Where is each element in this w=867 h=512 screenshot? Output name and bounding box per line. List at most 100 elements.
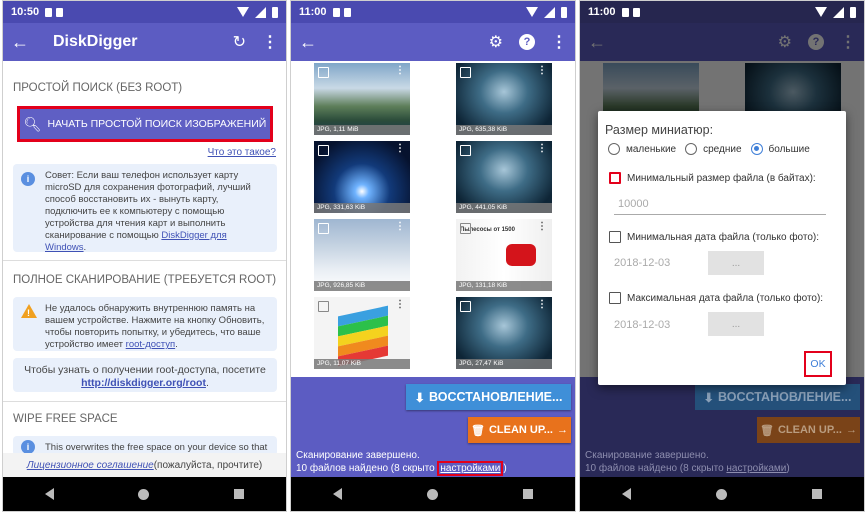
overflow-menu-icon[interactable]: ⋮ [537,65,547,76]
select-checkbox[interactable] [318,67,329,78]
image-thumbnail[interactable]: ⋮ JPG, 635,38 KiB [456,63,552,135]
wipe-text: This overwrites the free space on your d… [45,442,268,453]
min-size-input[interactable]: 10000 [614,193,826,215]
battery-icon [272,6,278,18]
min-date-value: 2018-12-03 [614,257,671,269]
radio-large[interactable] [750,143,763,155]
overflow-menu-icon[interactable]: ⋮ [395,143,405,154]
nav-recents-icon[interactable] [811,489,822,499]
settings-gear-icon[interactable]: ⚙ [489,32,503,52]
back-arrow-icon[interactable]: ← [299,32,327,53]
back-arrow-icon[interactable]: ← [11,32,39,53]
settings-dialog: Размер миниатюр: маленькие средние больш… [598,111,846,385]
status-bar: 11:00 [291,1,575,23]
status-time: 11:00 [588,6,616,18]
nav-back-icon[interactable] [45,488,55,500]
max-date-checkbox[interactable] [609,292,621,304]
arrow-right-icon: → [556,424,568,436]
max-date-picker-button[interactable]: ... [708,312,764,336]
overflow-menu-icon[interactable]: ⋮ [537,221,547,232]
select-checkbox[interactable] [460,301,471,312]
info-icon: i [21,172,35,186]
scan-status-line1: Сканирование завершено. [585,450,709,461]
overflow-menu-icon[interactable]: ⋮ [262,32,278,52]
overflow-menu-icon[interactable]: ⋮ [395,299,405,310]
simple-scan-heading: ПРОСТОЙ ПОИСК (БЕЗ ROOT) [13,82,183,94]
radio-medium[interactable] [685,143,698,155]
scan-status-line2: 10 файлов найдено (8 скрыто [585,463,727,474]
wifi-icon [237,7,249,17]
refresh-icon[interactable]: ↻ [233,32,246,52]
min-size-label: Минимальный размер файла (в байтах): [627,172,816,184]
image-thumbnail[interactable]: ⋮ JPG, 331,63 KiB [314,141,410,213]
overflow-menu-icon[interactable]: ⋮ [395,221,405,232]
trash-icon: 🗑︎ [471,424,485,437]
clean-up-button[interactable]: 🗑︎ CLEAN UP... → [468,417,571,443]
root-access-link[interactable]: root-доступ [126,339,175,350]
wifi-icon [526,7,538,17]
screen-scan-results: 11:00 ← ⚙ ? ⋮ ⋮ JPG, 1,11 MiB ⋮ JPG, 635… [290,0,576,512]
select-checkbox[interactable] [318,145,329,156]
overflow-menu-icon[interactable]: ⋮ [551,32,567,52]
image-thumbnail[interactable]: Пылесосы от 1500 ⋮ JPG, 131,18 KiB [456,219,552,291]
image-thumbnail[interactable]: ⋮ JPG, 441,05 KiB [456,141,552,213]
radio-small-label: маленькие [626,143,677,155]
ok-button[interactable]: OK [804,351,832,377]
nav-home-icon[interactable] [426,488,438,500]
info-icon: i [21,440,35,454]
max-date-option: Максимальная дата файла (только фото): [609,292,823,304]
signal-icon [544,6,555,18]
image-thumbnail[interactable]: ⋮ JPG, 926,85 KiB [314,219,410,291]
max-date-value: 2018-12-03 [614,319,671,331]
min-size-checkbox[interactable] [609,172,621,184]
restore-label: ВОССТАНОВЛЕНИЕ... [718,390,852,404]
settings-link[interactable]: настройками [437,461,504,476]
thumbnail-caption: JPG, 11,07 KiB [314,359,410,369]
clean-up-label: CLEAN UP... [777,424,842,436]
nav-back-icon[interactable] [333,488,343,500]
select-checkbox[interactable] [318,223,329,234]
scan-status-line2: 10 файлов найдено (8 скрыто [296,463,438,474]
signal-icon [255,6,266,18]
nav-back-icon[interactable] [622,488,632,500]
select-checkbox[interactable] [318,301,329,312]
radio-large-label: большие [768,143,810,155]
nav-recents-icon[interactable] [233,489,244,499]
wipe-heading: WIPE FREE SPACE [13,413,118,425]
overflow-menu-icon[interactable]: ⋮ [537,299,547,310]
image-thumbnail[interactable]: ⋮ JPG, 1,11 MiB [314,63,410,135]
thumbnail-caption: JPG, 1,11 MiB [314,125,410,135]
restore-button[interactable]: ⬇ ВОССТАНОВЛЕНИЕ... [406,384,571,410]
min-date-checkbox[interactable] [609,231,621,243]
thumbnail-caption: JPG, 441,05 KiB [456,203,552,213]
restore-button: ⬇ ВОССТАНОВЛЕНИЕ... [695,384,860,410]
overflow-menu-icon[interactable]: ⋮ [395,65,405,76]
warning-box: ! Не удалось обнаружить внутреннюю памят… [13,297,277,351]
help-icon[interactable]: ? [519,34,535,50]
nav-home-icon[interactable] [715,488,727,500]
navigation-bar [291,477,575,511]
nav-recents-icon[interactable] [522,489,533,499]
battery-icon [850,6,856,18]
license-link[interactable]: Лицензионное соглашение [27,460,154,471]
nav-home-icon[interactable] [138,488,150,500]
start-simple-scan-button[interactable]: 🔍︎ НАЧАТЬ ПРОСТОЙ ПОИСК ИЗОБРАЖЕНИЙ [17,106,273,142]
root-info-link[interactable]: http://diskdigger.org/root [81,377,206,389]
sim-icon [56,7,64,17]
min-date-picker-button[interactable]: ... [708,251,764,275]
what-is-this-link[interactable]: Что это такое? [208,147,276,158]
image-thumbnail[interactable]: ⋮ JPG, 27,47 KiB [456,297,552,369]
battery-icon [561,6,567,18]
divider [3,260,286,261]
overflow-menu-icon[interactable]: ⋮ [537,143,547,154]
status-bar: 11:00 [580,1,864,23]
select-checkbox[interactable] [460,223,471,234]
select-checkbox[interactable] [460,145,471,156]
radio-small[interactable] [608,143,620,155]
status-time: 11:00 [299,6,327,18]
image-thumbnail[interactable]: ⋮ JPG, 11,07 KiB [314,297,410,369]
screen-settings-dialog: 11:00 ← ⚙ ? ⋮ ⬇ВОССТАНОВЛЕНИЕ... 🗑︎CLEAN… [579,0,865,512]
min-size-option: Минимальный размер файла (в байтах): [609,172,816,184]
notification-icon [45,7,53,17]
select-checkbox[interactable] [460,67,471,78]
